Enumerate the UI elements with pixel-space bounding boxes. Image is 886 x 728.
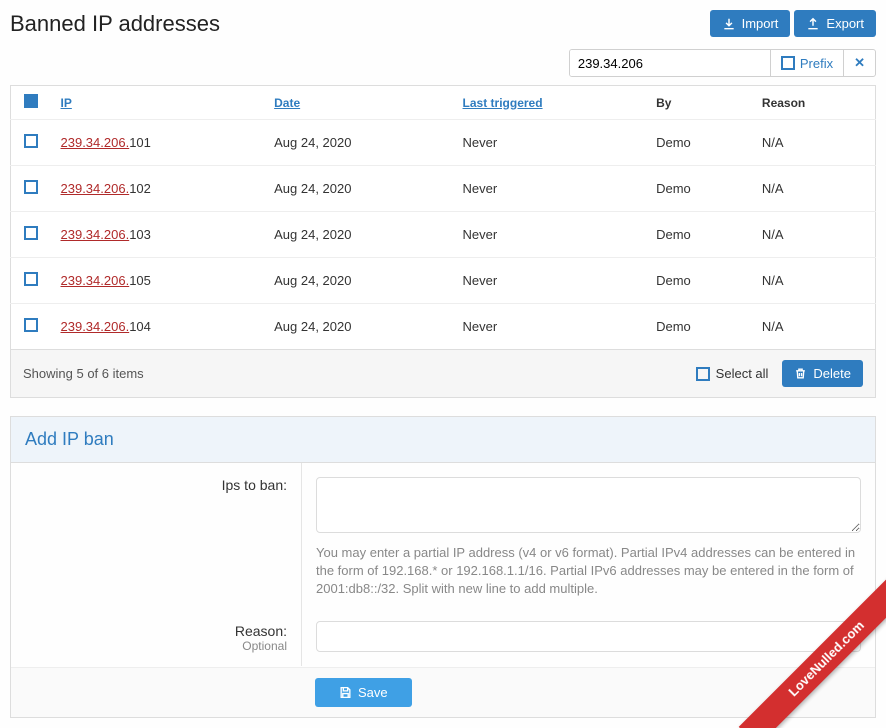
table-row: 239.34.206.102 Aug 24, 2020NeverDemoN/A [11, 166, 876, 212]
save-button[interactable]: Save [315, 678, 412, 707]
ip-rest: 104 [129, 319, 151, 334]
cell-date: Aug 24, 2020 [264, 120, 452, 166]
row-checkbox[interactable] [24, 318, 38, 332]
table-row: 239.34.206.101 Aug 24, 2020NeverDemoN/A [11, 120, 876, 166]
cell-by: Demo [646, 258, 752, 304]
page-title: Banned IP addresses [10, 11, 220, 37]
ip-rest: 102 [129, 181, 151, 196]
table-row: 239.34.206.104 Aug 24, 2020NeverDemoN/A [11, 304, 876, 350]
cell-date: Aug 24, 2020 [264, 166, 452, 212]
cell-reason: N/A [752, 166, 876, 212]
cell-by: Demo [646, 212, 752, 258]
export-button[interactable]: Export [794, 10, 876, 37]
row-checkbox[interactable] [24, 272, 38, 286]
cell-reason: N/A [752, 258, 876, 304]
ip-link[interactable]: 239.34.206. [61, 227, 130, 242]
col-last-triggered[interactable]: Last triggered [453, 86, 647, 120]
ip-link[interactable]: 239.34.206. [61, 135, 130, 150]
import-icon [722, 17, 736, 31]
ip-link[interactable]: 239.34.206. [61, 273, 130, 288]
cell-reason: N/A [752, 120, 876, 166]
import-label: Import [742, 16, 779, 31]
ips-help-text: You may enter a partial IP address (v4 o… [316, 544, 861, 599]
form-title: Add IP ban [11, 417, 875, 463]
prefix-label: Prefix [800, 56, 833, 71]
export-icon [806, 17, 820, 31]
reason-label: Reason: [11, 623, 287, 639]
ip-link[interactable]: 239.34.206. [61, 181, 130, 196]
clear-search-button[interactable]: ✕ [843, 50, 875, 76]
cell-last-triggered: Never [453, 304, 647, 350]
prefix-checkbox-icon [781, 56, 795, 70]
ips-label: Ips to ban: [11, 477, 287, 493]
select-all-button[interactable]: Select all [696, 366, 769, 381]
delete-label: Delete [813, 366, 851, 381]
cell-date: Aug 24, 2020 [264, 304, 452, 350]
ip-table: IP Date Last triggered By Reason 239.34.… [10, 85, 876, 350]
cell-date: Aug 24, 2020 [264, 212, 452, 258]
cell-date: Aug 24, 2020 [264, 258, 452, 304]
ip-rest: 103 [129, 227, 151, 242]
save-label: Save [358, 685, 388, 700]
cell-by: Demo [646, 304, 752, 350]
col-ip[interactable]: IP [51, 86, 265, 120]
search-box: Prefix ✕ [569, 49, 876, 77]
table-row: 239.34.206.103 Aug 24, 2020NeverDemoN/A [11, 212, 876, 258]
export-label: Export [826, 16, 864, 31]
ip-rest: 101 [129, 135, 151, 150]
close-icon: ✕ [854, 55, 865, 70]
cell-by: Demo [646, 120, 752, 166]
row-checkbox[interactable] [24, 134, 38, 148]
trash-icon [794, 367, 807, 380]
cell-reason: N/A [752, 212, 876, 258]
select-all-label: Select all [716, 366, 769, 381]
save-icon [339, 686, 352, 699]
ip-link[interactable]: 239.34.206. [61, 319, 130, 334]
table-row: 239.34.206.105 Aug 24, 2020NeverDemoN/A [11, 258, 876, 304]
delete-button[interactable]: Delete [782, 360, 863, 387]
reason-sublabel: Optional [11, 639, 287, 653]
ip-rest: 105 [129, 273, 151, 288]
cell-last-triggered: Never [453, 212, 647, 258]
search-input[interactable] [570, 50, 770, 76]
col-reason: Reason [752, 86, 876, 120]
prefix-toggle[interactable]: Prefix [770, 50, 843, 76]
row-checkbox[interactable] [24, 226, 38, 240]
reason-input[interactable] [316, 621, 861, 652]
cell-by: Demo [646, 166, 752, 212]
ips-textarea[interactable] [316, 477, 861, 533]
header-checkbox[interactable] [24, 94, 38, 108]
select-all-checkbox-icon [696, 367, 710, 381]
col-by: By [646, 86, 752, 120]
row-checkbox[interactable] [24, 180, 38, 194]
cell-last-triggered: Never [453, 258, 647, 304]
import-button[interactable]: Import [710, 10, 791, 37]
showing-count: Showing 5 of 6 items [23, 366, 144, 381]
cell-last-triggered: Never [453, 120, 647, 166]
col-date[interactable]: Date [264, 86, 452, 120]
cell-last-triggered: Never [453, 166, 647, 212]
cell-reason: N/A [752, 304, 876, 350]
